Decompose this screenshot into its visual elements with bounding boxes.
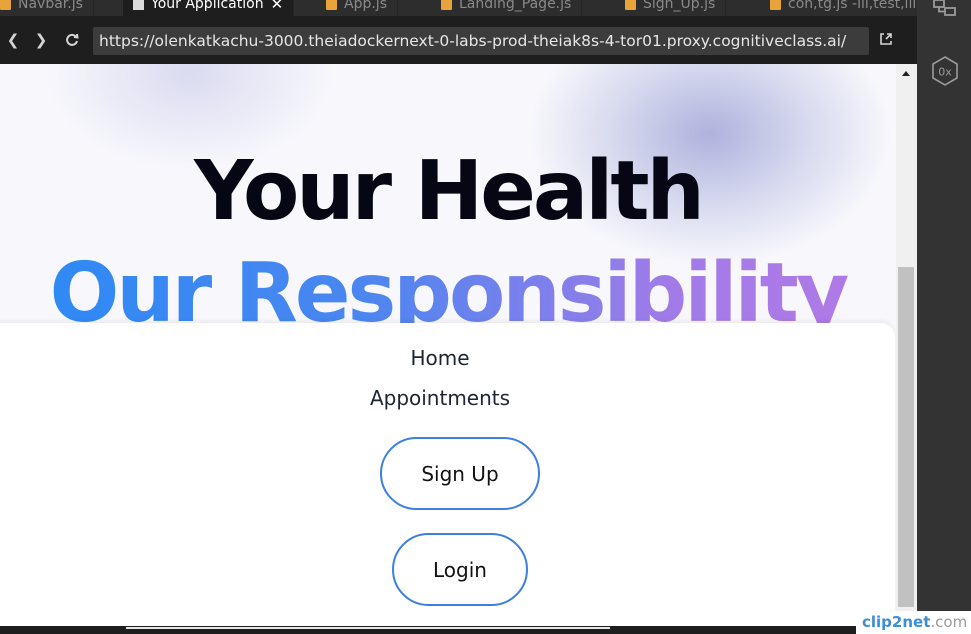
divider [126,627,610,629]
source-control-icon[interactable] [931,0,959,20]
tab-label: Sign_Up.js [643,0,716,12]
browser-toolbar: ❮ ❯ https://olenkatkachu-3000.theiadocke… [0,16,917,64]
tab-label: Your Application [151,0,264,12]
ide-window: Navbar.js Your Application ✕ App.js Land… [0,0,971,634]
tab-label: con,tg.js -ill,test,lil [788,0,917,12]
mobile-nav-menu: Home Appointments Sign Up Login [0,323,895,626]
js-file-icon [0,0,11,10]
sign-up-label: Sign Up [421,461,499,486]
login-button[interactable]: Login [392,533,528,606]
watermark-domain: .com [930,613,968,631]
nav-link-appointments[interactable]: Appointments [290,386,590,410]
page-scrollbar[interactable] [896,64,917,626]
page-viewport: Your Health Our Responsibility Home Appo… [0,64,896,626]
js-file-icon [770,0,781,10]
editor-tab-bar: Navbar.js Your Application ✕ App.js Land… [0,0,917,16]
tab-config[interactable]: con,tg.js -ill,test,lil [760,0,917,16]
tab-landing-page[interactable]: Landing_Page.js [431,0,583,16]
tab-label: App.js [344,0,387,12]
forward-icon[interactable]: ❯ [32,30,50,50]
tab-your-application[interactable]: Your Application ✕ [123,0,295,16]
hex-badge-label: 0x [938,66,952,79]
js-file-icon [326,0,337,10]
tab-label: Navbar.js [18,0,83,12]
scroll-up-arrow-icon[interactable] [902,71,910,76]
document-icon [133,0,144,10]
tab-label: Landing_Page.js [459,0,572,12]
js-file-icon [625,0,636,10]
watermark-brand: clip2net [862,613,931,631]
js-file-icon [441,0,452,10]
hero-headline: Your Health [194,144,705,239]
watermark: clip2net.com [856,611,971,634]
nav-link-home[interactable]: Home [290,346,590,370]
back-icon[interactable]: ❮ [4,30,22,50]
tab-app[interactable]: App.js [316,0,398,16]
login-label: Login [433,557,487,582]
hex-badge-icon[interactable]: 0x [931,55,959,87]
close-icon[interactable]: ✕ [271,0,284,13]
url-input[interactable]: https://olenkatkachu-3000.theiadockernex… [93,27,869,55]
tab-sign-up[interactable]: Sign_Up.js [615,0,727,16]
tab-navbar[interactable]: Navbar.js [0,0,94,16]
sign-up-button[interactable]: Sign Up [380,437,540,510]
reload-icon[interactable] [63,30,81,50]
scrollbar-thumb[interactable] [898,267,914,607]
open-external-icon[interactable] [878,31,896,49]
right-activity-bar: 0x [917,0,971,634]
